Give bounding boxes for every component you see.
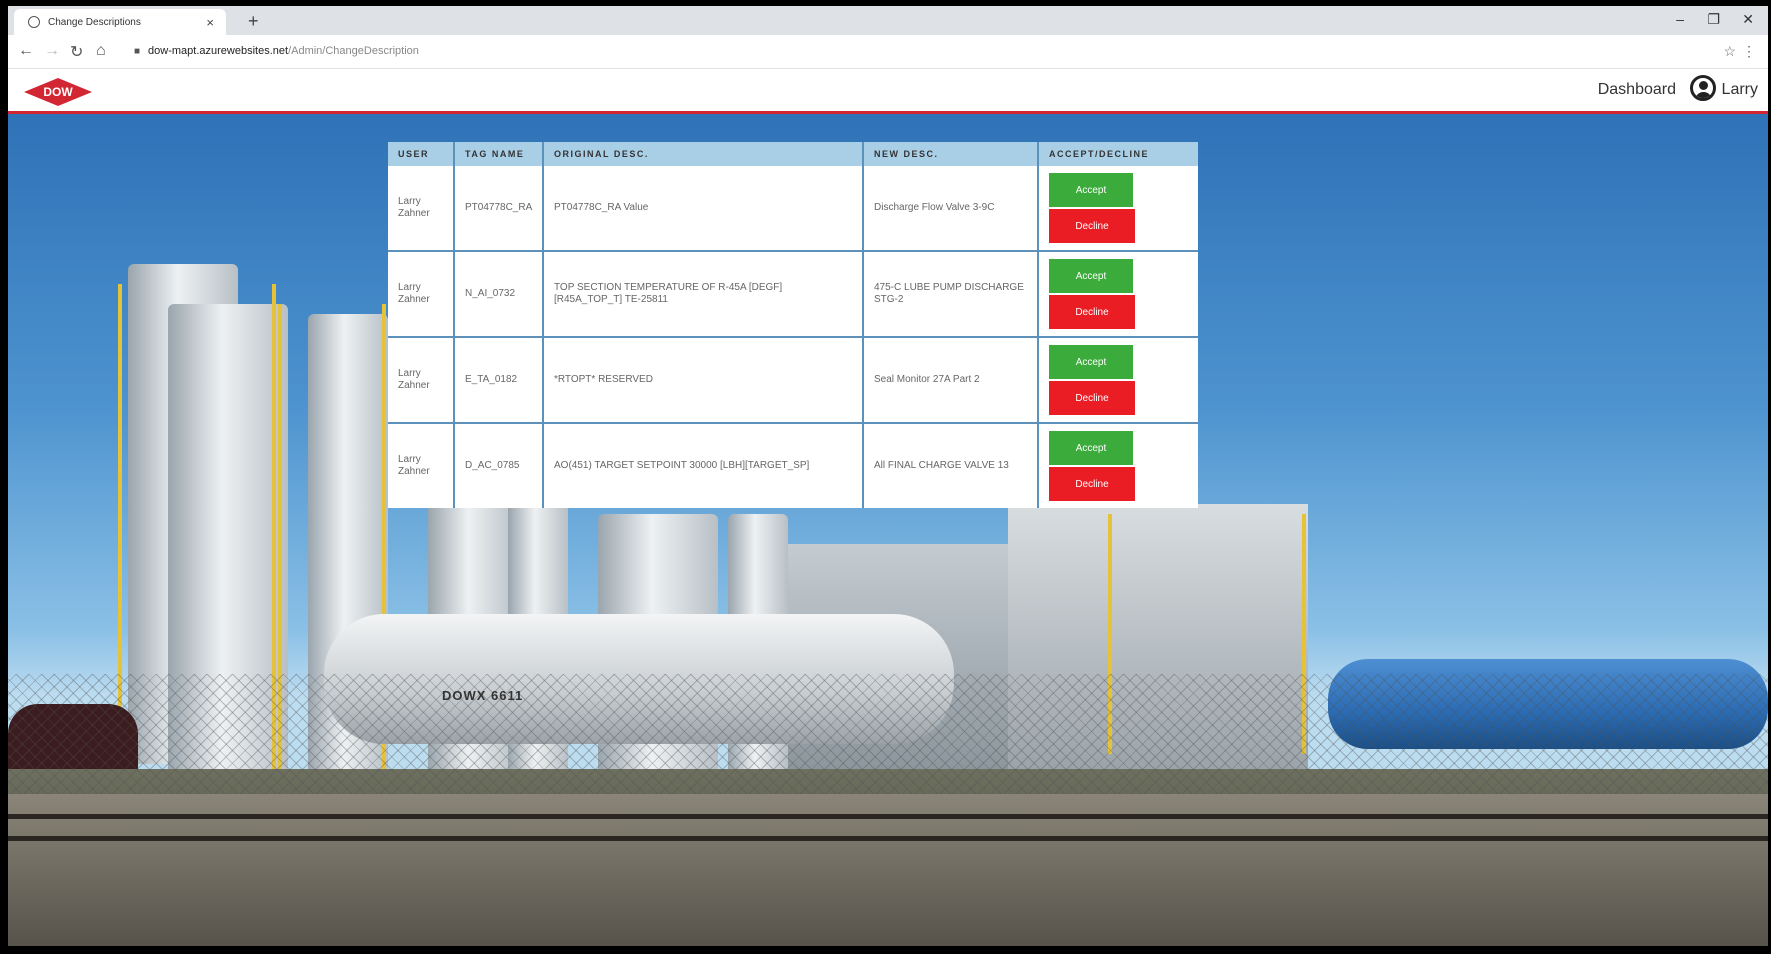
accept-button[interactable]: Accept xyxy=(1049,431,1133,465)
accept-button[interactable]: Accept xyxy=(1049,259,1133,293)
column-header-accept-decline: ACCEPT/DECLINE xyxy=(1038,142,1198,166)
tab-close-icon[interactable]: × xyxy=(206,15,214,30)
new-desc-cell: Discharge Flow Valve 3-9C xyxy=(863,166,1039,252)
home-icon[interactable]: ⌂ xyxy=(96,42,106,60)
original-desc-cell: PT04778C_RA Value xyxy=(543,166,864,252)
url-path: /Admin/ChangeDescription xyxy=(288,45,419,57)
address-bar: ← → ↻ ⌂ ■ dow-mapt.azurewebsites.net/Admi… xyxy=(8,35,1768,69)
minimize-icon[interactable]: – xyxy=(1676,11,1684,27)
decline-button[interactable]: Decline xyxy=(1049,381,1135,415)
tag-name-cell: E_TA_0182 xyxy=(454,337,544,424)
column-header-tag-name: TAG NAME xyxy=(454,142,544,166)
globe-icon xyxy=(28,16,40,28)
new-desc-cell: 475-C LUBE PUMP DISCHARGE STG-2 xyxy=(863,251,1039,338)
tab-bar: Change Descriptions × + – ❐ ✕ xyxy=(8,6,1768,35)
change-description-table: USER TAG NAME ORIGINAL DESC. NEW DESC. A… xyxy=(388,142,1198,508)
decline-button[interactable]: Decline xyxy=(1049,209,1135,243)
forward-icon[interactable]: → xyxy=(44,42,60,60)
user-cell: Larry Zahner xyxy=(388,337,455,424)
tag-name-cell: N_AI_0732 xyxy=(454,251,544,338)
new-desc-cell: All FINAL CHARGE VALVE 13 xyxy=(863,423,1039,508)
tag-name-cell: PT04778C_RA xyxy=(454,166,544,252)
url-host: dow-mapt.azurewebsites.net xyxy=(148,45,289,57)
svg-text:DOW: DOW xyxy=(43,85,73,99)
new-tab-button[interactable]: + xyxy=(248,11,259,32)
action-cell: Accept Decline xyxy=(1038,337,1198,424)
table-header-row: USER TAG NAME ORIGINAL DESC. NEW DESC. A… xyxy=(388,142,1198,166)
decline-button[interactable]: Decline xyxy=(1049,295,1135,329)
action-cell: Accept Decline xyxy=(1038,166,1198,252)
user-cell: Larry Zahner xyxy=(388,251,455,338)
browser-window: Change Descriptions × + – ❐ ✕ ← → ↻ ⌂ ■ d… xyxy=(8,6,1768,946)
table-row: Larry Zahner E_TA_0182 *RTOPT* RESERVED S… xyxy=(388,337,1198,424)
menu-icon[interactable]: ⋮ xyxy=(1742,43,1756,60)
window-close-icon[interactable]: ✕ xyxy=(1742,11,1754,28)
back-icon[interactable]: ← xyxy=(18,42,34,60)
user-name[interactable]: Larry xyxy=(1722,81,1758,99)
action-cell: Accept Decline xyxy=(1038,251,1198,338)
railcar-marking: DOWX 6611 xyxy=(442,688,524,703)
table-row: Larry Zahner N_AI_0732 TOP SECTION TEMPER… xyxy=(388,251,1198,338)
dow-logo[interactable]: DOW xyxy=(24,78,92,106)
restore-icon[interactable]: ❐ xyxy=(1707,11,1720,28)
user-avatar-icon[interactable] xyxy=(1690,75,1716,101)
table-row: Larry Zahner PT04778C_RA PT04778C_RA Valu… xyxy=(388,166,1198,252)
column-header-original-desc: ORIGINAL DESC. xyxy=(543,142,864,166)
tag-name-cell: D_AC_0785 xyxy=(454,423,544,508)
original-desc-cell: TOP SECTION TEMPERATURE OF R-45A [DEGF] … xyxy=(543,251,864,338)
user-cell: Larry Zahner xyxy=(388,423,455,508)
accept-button[interactable]: Accept xyxy=(1049,345,1133,379)
tab-title: Change Descriptions xyxy=(48,16,141,28)
reload-icon[interactable]: ↻ xyxy=(70,42,83,62)
app-header: DOW Dashboard Larry xyxy=(8,69,1768,114)
original-desc-cell: AO(451) TARGET SETPOINT 30000 [LBH][TARG… xyxy=(543,423,864,508)
user-cell: Larry Zahner xyxy=(388,166,455,252)
accept-button[interactable]: Accept xyxy=(1049,173,1133,207)
original-desc-cell: *RTOPT* RESERVED xyxy=(543,337,864,424)
column-header-user: USER xyxy=(388,142,455,166)
column-header-new-desc: NEW DESC. xyxy=(863,142,1039,166)
url-field[interactable]: ■ dow-mapt.azurewebsites.net/Admin/Change… xyxy=(134,45,419,57)
lock-icon: ■ xyxy=(134,46,141,57)
browser-tab[interactable]: Change Descriptions × xyxy=(14,9,226,35)
decline-button[interactable]: Decline xyxy=(1049,467,1135,501)
new-desc-cell: Seal Monitor 27A Part 2 xyxy=(863,337,1039,424)
dashboard-link[interactable]: Dashboard xyxy=(1598,81,1676,99)
action-cell: Accept Decline xyxy=(1038,423,1198,508)
bookmark-star-icon[interactable]: ☆ xyxy=(1723,43,1736,60)
table-row: Larry Zahner D_AC_0785 AO(451) TARGET SET… xyxy=(388,423,1198,508)
